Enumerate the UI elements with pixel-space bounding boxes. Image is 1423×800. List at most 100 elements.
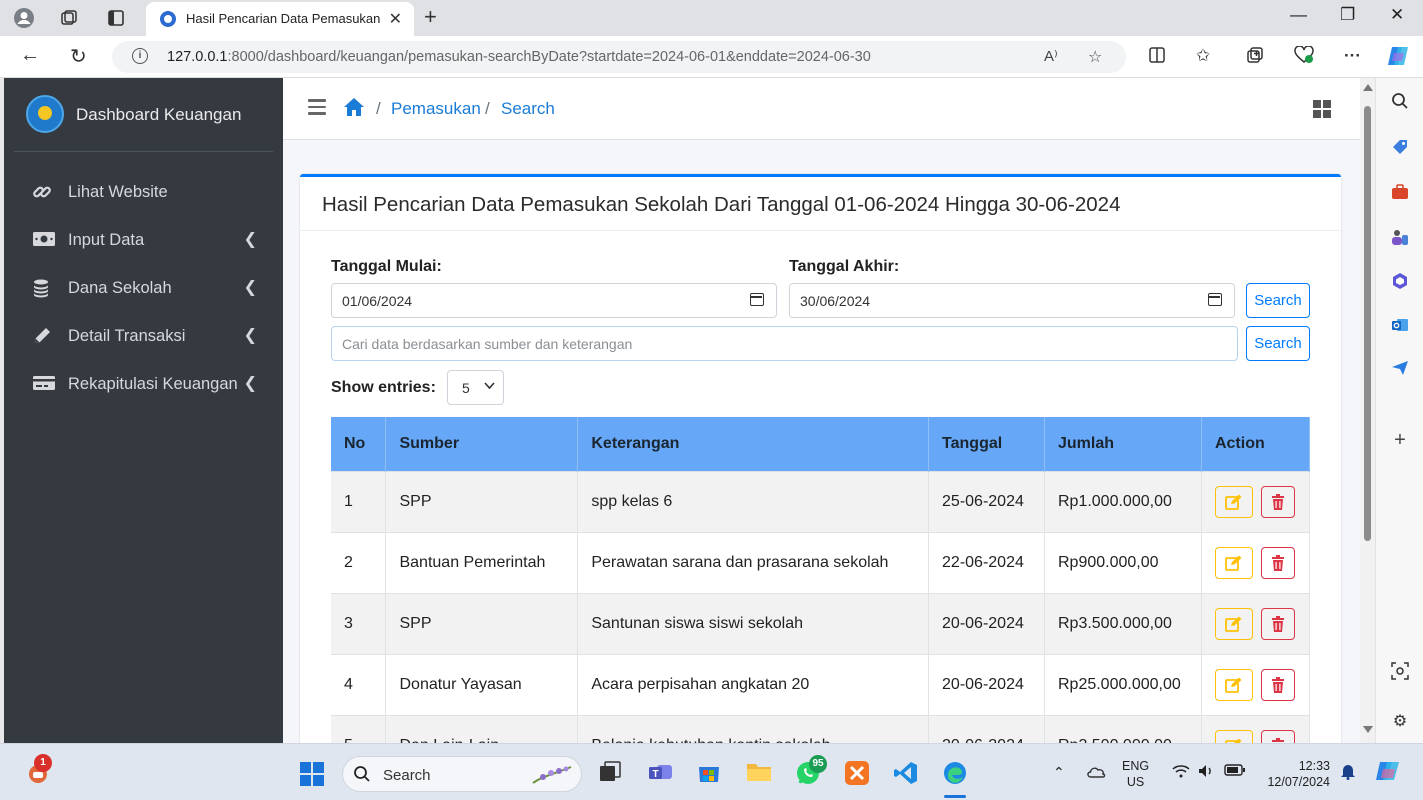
cell-sumber: Bantuan Pemerintah <box>385 531 579 593</box>
credit-card-icon <box>32 374 58 394</box>
scroll-up-icon[interactable] <box>1363 84 1373 91</box>
collections-icon[interactable] <box>1246 46 1264 69</box>
new-tab-icon[interactable]: + <box>424 4 437 30</box>
edit-button[interactable] <box>1214 729 1253 743</box>
file-explorer-icon[interactable] <box>746 760 772 786</box>
cell-action <box>1201 714 1311 743</box>
teams-icon[interactable]: T <box>648 760 674 786</box>
restore-icon[interactable]: ❐ <box>1340 5 1355 25</box>
col-header-jumlah[interactable]: Jumlah <box>1044 417 1202 471</box>
screenshot-icon[interactable] <box>1390 662 1410 682</box>
tools-icon[interactable] <box>1390 184 1410 204</box>
tab-close-icon[interactable]: ✕ <box>389 9 402 29</box>
search-highlight-icon <box>531 763 575 792</box>
keyword-search-input[interactable]: Cari data berdasarkan sumber dan keteran… <box>331 326 1238 361</box>
sidebar-item-input-data[interactable]: Input Data ❮ <box>32 226 267 254</box>
calendar-icon[interactable] <box>1208 293 1222 306</box>
browser-essentials-icon[interactable] <box>1294 45 1314 69</box>
taskbar-search[interactable]: Search <box>342 756 582 792</box>
start-date-input[interactable]: 01/06/2024 <box>331 283 777 318</box>
hamburger-menu-icon[interactable] <box>308 99 326 115</box>
read-aloud-icon[interactable]: A⁾ <box>1044 47 1058 65</box>
tab-actions-icon[interactable] <box>104 6 128 30</box>
vscode-icon[interactable] <box>893 760 919 786</box>
calendar-icon[interactable] <box>750 293 764 306</box>
cell-tanggal: 20-06-2024 <box>928 714 1045 743</box>
edge-browser-icon[interactable] <box>942 760 968 786</box>
col-header-no[interactable]: No <box>331 417 387 471</box>
workspaces-icon[interactable] <box>57 6 81 30</box>
sidebar-item-label: Rekapitulasi Keuangan <box>68 375 238 393</box>
active-tab[interactable]: Hasil Pencarian Data Pemasukan ✕ <box>146 2 414 36</box>
back-icon[interactable]: ← <box>20 44 40 67</box>
url-text[interactable]: 127.0.0.1:8000/dashboard/keuangan/pemasu… <box>167 49 871 65</box>
profile-icon[interactable] <box>12 6 36 30</box>
shopping-tag-icon[interactable] <box>1390 138 1410 158</box>
scroll-down-icon[interactable] <box>1363 726 1373 733</box>
address-bar[interactable]: i 127.0.0.1:8000/dashboard/keuangan/pema… <box>112 41 1126 73</box>
entries-select[interactable]: 5 <box>447 370 504 405</box>
sidebar-search-icon[interactable] <box>1390 92 1410 112</box>
start-windows-icon[interactable] <box>299 761 325 787</box>
delete-button[interactable] <box>1260 729 1295 743</box>
site-info-icon[interactable]: i <box>132 48 148 64</box>
copilot-taskbar-icon[interactable] <box>1375 758 1405 790</box>
volume-icon[interactable] <box>1198 764 1214 782</box>
trash-icon <box>1271 615 1284 632</box>
brand-link[interactable]: Dashboard Keuangan <box>14 78 273 152</box>
wifi-icon[interactable] <box>1172 764 1190 782</box>
xampp-icon[interactable] <box>844 760 870 786</box>
send-icon[interactable] <box>1390 360 1410 380</box>
microsoft-store-icon[interactable] <box>697 760 723 786</box>
apps-grid-icon[interactable] <box>1313 100 1331 118</box>
page-scrollbar[interactable] <box>1360 78 1375 743</box>
sidebar-item-label: Detail Transaksi <box>68 327 186 345</box>
sidebar-item-lihat-website[interactable]: Lihat Website <box>32 178 267 206</box>
window-close-icon[interactable]: ✕ <box>1390 5 1404 25</box>
sidebar-item-dana-sekolah[interactable]: Dana Sekolah ❮ <box>32 274 267 302</box>
keyword-search-button[interactable]: Search <box>1246 326 1310 361</box>
sidebar-item-label: Lihat Website <box>68 183 168 201</box>
col-header-tanggal[interactable]: Tanggal <box>928 417 1045 471</box>
breadcrumb-search[interactable]: Search <box>501 99 555 119</box>
breadcrumb-pemasukan[interactable]: Pemasukan <box>391 99 481 119</box>
home-icon[interactable] <box>343 97 365 122</box>
edit-button[interactable] <box>1214 668 1253 701</box>
sidebar-item-rekapitulasi-keuangan[interactable]: Rekapitulasi Keuangan ❮ <box>32 370 267 398</box>
end-date-input[interactable]: 30/06/2024 <box>789 283 1235 318</box>
col-header-keterangan[interactable]: Keterangan <box>577 417 930 471</box>
clock[interactable]: 12:33 12/07/2024 <box>1258 758 1330 790</box>
language-indicator[interactable]: ENG US <box>1122 758 1149 790</box>
outlook-icon[interactable] <box>1390 316 1410 336</box>
microsoft365-icon[interactable] <box>1390 272 1410 292</box>
tray-chevron-up-icon[interactable]: ⌃ <box>1053 764 1065 780</box>
sidebar-add-icon[interactable]: + <box>1390 430 1410 450</box>
copilot-icon[interactable] <box>1386 44 1412 73</box>
sidebar-settings-icon[interactable]: ⚙ <box>1390 712 1410 732</box>
delete-button[interactable] <box>1260 485 1295 518</box>
edit-button[interactable] <box>1214 546 1253 579</box>
tab-title: Hasil Pencarian Data Pemasukan <box>186 11 381 26</box>
card-header: Hasil Pencarian Data Pemasukan Sekolah D… <box>300 177 1341 231</box>
col-header-sumber[interactable]: Sumber <box>385 417 579 471</box>
games-icon[interactable] <box>1390 228 1410 248</box>
delete-button[interactable] <box>1260 546 1295 579</box>
delete-button[interactable] <box>1260 668 1295 701</box>
table-header-row: No Sumber Keterangan Tanggal Jumlah Acti… <box>331 417 1311 471</box>
delete-button[interactable] <box>1260 607 1295 640</box>
task-view-icon[interactable] <box>598 760 624 786</box>
date-search-button[interactable]: Search <box>1246 283 1310 318</box>
reload-icon[interactable]: ↻ <box>70 44 87 69</box>
minimize-icon[interactable]: — <box>1290 5 1307 25</box>
edit-button[interactable] <box>1214 485 1253 518</box>
more-menu-icon[interactable]: ··· <box>1344 46 1361 66</box>
favorite-star-icon[interactable]: ☆ <box>1088 47 1102 67</box>
sidebar-item-detail-transaksi[interactable]: Detail Transaksi ❮ <box>32 322 267 350</box>
notification-bell-icon[interactable] <box>1340 762 1356 784</box>
split-screen-icon[interactable] <box>1148 46 1166 69</box>
onedrive-cloud-icon[interactable] <box>1086 764 1106 782</box>
edit-button[interactable] <box>1214 607 1253 640</box>
scrollbar-thumb[interactable] <box>1364 106 1371 541</box>
battery-icon[interactable] <box>1224 764 1246 780</box>
favorites-icon[interactable]: ✩ <box>1196 46 1210 66</box>
